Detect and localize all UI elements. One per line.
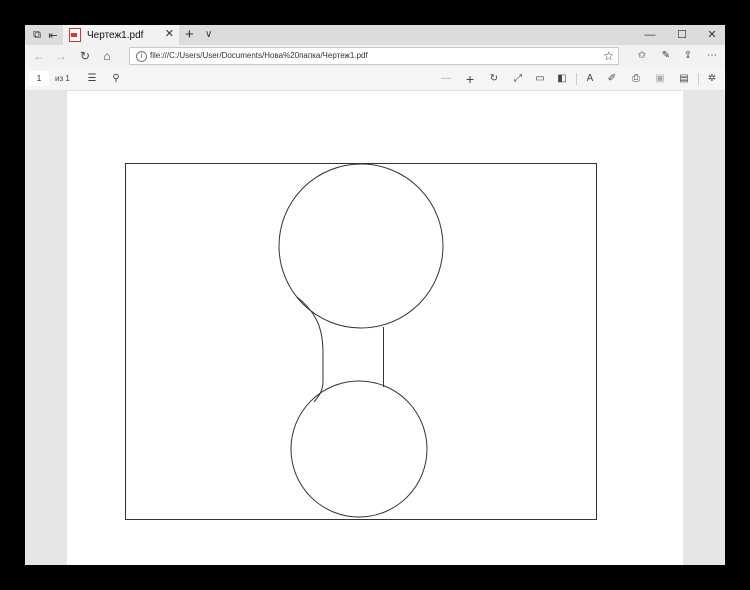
back-arrow-icon[interactable]: ← (31, 48, 47, 64)
save-icon[interactable]: ▣ (653, 72, 667, 86)
pdf-viewer[interactable] (25, 91, 725, 565)
draw-pen-icon[interactable]: ✐ (605, 72, 619, 86)
web-note-icon[interactable]: ✎ (659, 49, 673, 63)
technical-drawing (125, 163, 597, 520)
share-icon[interactable]: ⇪ (681, 49, 695, 63)
rotate-icon[interactable]: ↻ (487, 72, 501, 86)
browser-window: ⧉ ⇤ Чертеж1.pdf ✕ + ∨ — ☐ ✕ ← → ↻ ⌂ i fi… (25, 25, 725, 565)
navigation-bar: ← → ↻ ⌂ i file:///C:/Users/User/Document… (25, 45, 725, 67)
info-icon[interactable]: i (136, 51, 147, 62)
contents-list-icon[interactable]: ☰ (85, 72, 99, 86)
tab-title: Чертеж1.pdf (87, 29, 144, 41)
tab-strip: ⧉ ⇤ Чертеж1.pdf ✕ + ∨ — ☐ ✕ (25, 25, 725, 45)
fit-to-page-icon[interactable]: ⤢ (511, 72, 525, 86)
tab-actions-icon[interactable]: ⧉ (29, 27, 45, 43)
home-icon[interactable]: ⌂ (99, 48, 115, 64)
print-icon[interactable]: ⎙ (629, 72, 643, 86)
read-aloud-icon[interactable]: A (583, 72, 597, 86)
address-bar[interactable]: i file:///C:/Users/User/Documents/Нова%2… (129, 47, 619, 65)
set-aside-tabs-icon[interactable]: ⇤ (45, 27, 61, 43)
zoom-in-button[interactable]: + (463, 72, 477, 86)
page-number-input[interactable]: 1 (29, 71, 49, 86)
toolbar-divider (698, 73, 699, 85)
save-as-icon[interactable]: ▤ (677, 72, 691, 86)
chevron-down-icon[interactable]: ∨ (205, 25, 212, 45)
forward-arrow-icon[interactable]: → (53, 48, 69, 64)
pdf-file-icon (69, 28, 81, 42)
favorites-icon[interactable]: ✩ (635, 49, 649, 63)
minimize-button[interactable]: — (635, 25, 665, 45)
two-page-layout-icon[interactable]: ◧ (555, 72, 569, 86)
tab-close-icon[interactable]: ✕ (165, 27, 174, 40)
maximize-button[interactable]: ☐ (667, 25, 697, 45)
lower-circle (290, 380, 428, 518)
pin-toolbar-icon[interactable]: ✲ (705, 72, 719, 86)
more-options-icon[interactable]: ⋯ (705, 49, 719, 63)
tab-active[interactable]: Чертеж1.pdf ✕ (63, 25, 179, 45)
toolbar-divider (576, 73, 577, 85)
connecting-arc (296, 296, 324, 403)
address-url[interactable]: file:///C:/Users/User/Documents/Нова%20п… (150, 51, 368, 60)
page-count-label: из 1 (55, 74, 70, 83)
favorite-star-icon[interactable]: ☆ (603, 49, 614, 63)
close-window-button[interactable]: ✕ (697, 25, 725, 45)
pdf-page (67, 91, 683, 565)
search-icon[interactable]: ⚲ (109, 72, 123, 86)
zoom-out-button[interactable]: — (439, 72, 453, 86)
pdf-toolbar: 1 из 1 ☰ ⚲ — + ↻ ⤢ ▭ ◧ A ✐ ⎙ ▣ ▤ ✲ (25, 67, 725, 91)
new-tab-button[interactable]: + (185, 25, 194, 45)
page-view-icon[interactable]: ▭ (533, 72, 547, 86)
drawing-frame (125, 163, 597, 520)
refresh-icon[interactable]: ↻ (77, 48, 93, 64)
